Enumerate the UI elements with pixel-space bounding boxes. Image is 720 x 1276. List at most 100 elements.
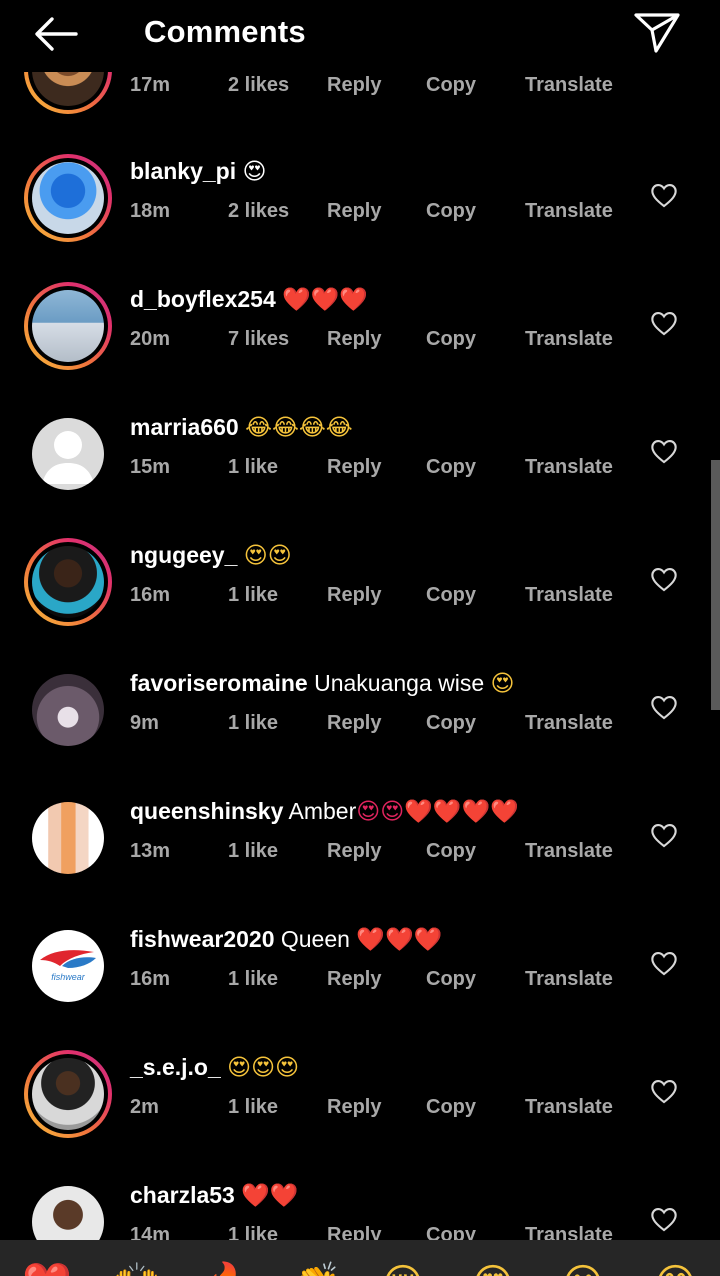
copy-button[interactable]: Copy — [426, 1092, 476, 1122]
translate-button[interactable]: Translate — [525, 196, 613, 226]
copy-button[interactable]: Copy — [426, 196, 476, 226]
copy-button[interactable]: Copy — [426, 1220, 476, 1240]
copy-button[interactable]: Copy — [426, 70, 476, 100]
likes-count-button[interactable]: 1 like — [228, 1092, 278, 1122]
like-heart-icon[interactable] — [650, 1078, 678, 1104]
comment-username[interactable]: queenshinsky — [130, 798, 283, 824]
like-heart-icon[interactable] — [650, 694, 678, 720]
comment-line: marria660 😂😂😂😂 — [130, 412, 353, 443]
comment-emoji: 😂😂😂😂 — [245, 415, 353, 441]
send-direct-icon[interactable] — [630, 6, 684, 58]
reaction-crying-emoji[interactable]: 😢 — [382, 1264, 424, 1276]
comment-username[interactable]: blanky_pi — [130, 158, 236, 184]
comment-time: 16m — [130, 968, 171, 990]
reaction-fire-emoji[interactable]: 🔥 — [202, 1264, 252, 1276]
comment-emoji: ❤️❤️❤️ — [282, 287, 369, 313]
copy-button[interactable]: Copy — [426, 580, 476, 610]
likes-count-button[interactable]: 1 like — [228, 836, 278, 866]
translate-button[interactable]: Translate — [525, 324, 613, 354]
comment-line: d_boyflex254 ❤️❤️❤️ — [130, 284, 368, 315]
comment-row: fishwear fishwear2020 Queen ❤️❤️❤️ 16m 1… — [0, 910, 720, 1038]
like-heart-icon[interactable] — [650, 822, 678, 848]
comment-time: 16m — [130, 584, 171, 606]
comment-emoji: 😍 — [242, 159, 267, 185]
comments-list[interactable]: 17m 2 likes Reply Copy Translate blanky_… — [0, 0, 720, 1240]
translate-button[interactable]: Translate — [525, 580, 613, 610]
reaction-surprised-emoji[interactable]: 😮 — [562, 1264, 604, 1276]
reply-button[interactable]: Reply — [327, 70, 381, 100]
comment-line: fishwear2020 Queen ❤️❤️❤️ — [130, 924, 442, 955]
like-heart-icon[interactable] — [650, 950, 678, 976]
comment-row: charzla53 ❤️❤️ 14m 1 like Reply Copy Tra… — [0, 1166, 720, 1240]
translate-button[interactable]: Translate — [525, 964, 613, 994]
comment-emoji: 😍😍😍 — [227, 1055, 300, 1081]
likes-count-button[interactable]: 1 like — [228, 964, 278, 994]
reply-button[interactable]: Reply — [327, 324, 381, 354]
header-bar: Comments — [0, 0, 720, 72]
reply-button[interactable]: Reply — [327, 708, 381, 738]
like-heart-icon[interactable] — [650, 182, 678, 208]
reaction-raised-hands-emoji[interactable]: 🙌 — [112, 1264, 162, 1276]
likes-count-button[interactable]: 1 like — [228, 708, 278, 738]
reply-button[interactable]: Reply — [327, 1092, 381, 1122]
translate-button[interactable]: Translate — [525, 70, 613, 100]
likes-count-button[interactable]: 7 likes — [228, 324, 289, 354]
likes-count-button[interactable]: 1 like — [228, 1220, 278, 1240]
comment-username[interactable]: favoriseromaine — [130, 670, 308, 696]
comment-time: 20m — [130, 328, 171, 350]
translate-button[interactable]: Translate — [525, 1092, 613, 1122]
like-heart-icon[interactable] — [650, 438, 678, 464]
copy-button[interactable]: Copy — [426, 836, 476, 866]
comment-text: Unakuanga wise — [314, 670, 485, 696]
translate-button[interactable]: Translate — [525, 708, 613, 738]
comment-username[interactable]: d_boyflex254 — [130, 286, 276, 312]
reaction-heart-eyes-emoji[interactable]: 😍 — [472, 1264, 514, 1276]
reply-button[interactable]: Reply — [327, 836, 381, 866]
likes-count-button[interactable]: 2 likes — [228, 70, 289, 100]
comment-username[interactable]: marria660 — [130, 414, 239, 440]
back-arrow-icon[interactable] — [28, 10, 84, 58]
comment-line: charzla53 ❤️❤️ — [130, 1180, 299, 1211]
reply-button[interactable]: Reply — [327, 580, 381, 610]
reply-button[interactable]: Reply — [327, 196, 381, 226]
comment-username[interactable]: fishwear2020 — [130, 926, 274, 952]
like-heart-icon[interactable] — [650, 566, 678, 592]
copy-button[interactable]: Copy — [426, 708, 476, 738]
reaction-laughing-emoji[interactable]: 😂 — [652, 1264, 699, 1276]
comment-meta: 13m 1 like Reply Copy Translate — [0, 836, 720, 866]
page-title: Comments — [144, 14, 306, 49]
comment-meta: 18m 2 likes Reply Copy Translate — [0, 196, 720, 226]
comment-time: 2m — [130, 1096, 159, 1118]
likes-count-button[interactable]: 2 likes — [228, 196, 289, 226]
reply-button[interactable]: Reply — [327, 1220, 381, 1240]
comment-text: Queen — [280, 926, 350, 952]
comment-time: 13m — [130, 840, 171, 862]
comment-username[interactable]: _s.e.j.o_ — [130, 1054, 221, 1080]
like-heart-icon[interactable] — [650, 310, 678, 336]
comment-line: blanky_pi 😍 — [130, 156, 266, 187]
likes-count-button[interactable]: 1 like — [228, 452, 278, 482]
comment-meta: 14m 1 like Reply Copy Translate — [0, 1220, 720, 1240]
comment-line: ngugeey_ 😍😍 — [130, 540, 292, 571]
comment-meta: 15m 1 like Reply Copy Translate — [0, 452, 720, 482]
reaction-clapping-emoji[interactable]: 👏 — [292, 1264, 342, 1276]
comment-username[interactable]: ngugeey_ — [130, 542, 237, 568]
reaction-heart-emoji[interactable]: ❤️ — [22, 1264, 72, 1276]
translate-button[interactable]: Translate — [525, 1220, 613, 1240]
reply-button[interactable]: Reply — [327, 964, 381, 994]
translate-button[interactable]: Translate — [525, 452, 613, 482]
comment-row: blanky_pi 😍 18m 2 likes Reply Copy Trans… — [0, 142, 720, 270]
copy-button[interactable]: Copy — [426, 452, 476, 482]
comment-emoji: 😍 — [490, 671, 515, 697]
like-heart-icon[interactable] — [650, 1206, 678, 1232]
copy-button[interactable]: Copy — [426, 964, 476, 994]
comment-row: favoriseromaine Unakuanga wise 😍 9m 1 li… — [0, 654, 720, 782]
reply-button[interactable]: Reply — [327, 452, 381, 482]
comment-meta: 9m 1 like Reply Copy Translate — [0, 708, 720, 738]
scrollbar-thumb[interactable] — [711, 460, 720, 710]
comment-time: 9m — [130, 712, 159, 734]
copy-button[interactable]: Copy — [426, 324, 476, 354]
comment-username[interactable]: charzla53 — [130, 1182, 235, 1208]
translate-button[interactable]: Translate — [525, 836, 613, 866]
likes-count-button[interactable]: 1 like — [228, 580, 278, 610]
